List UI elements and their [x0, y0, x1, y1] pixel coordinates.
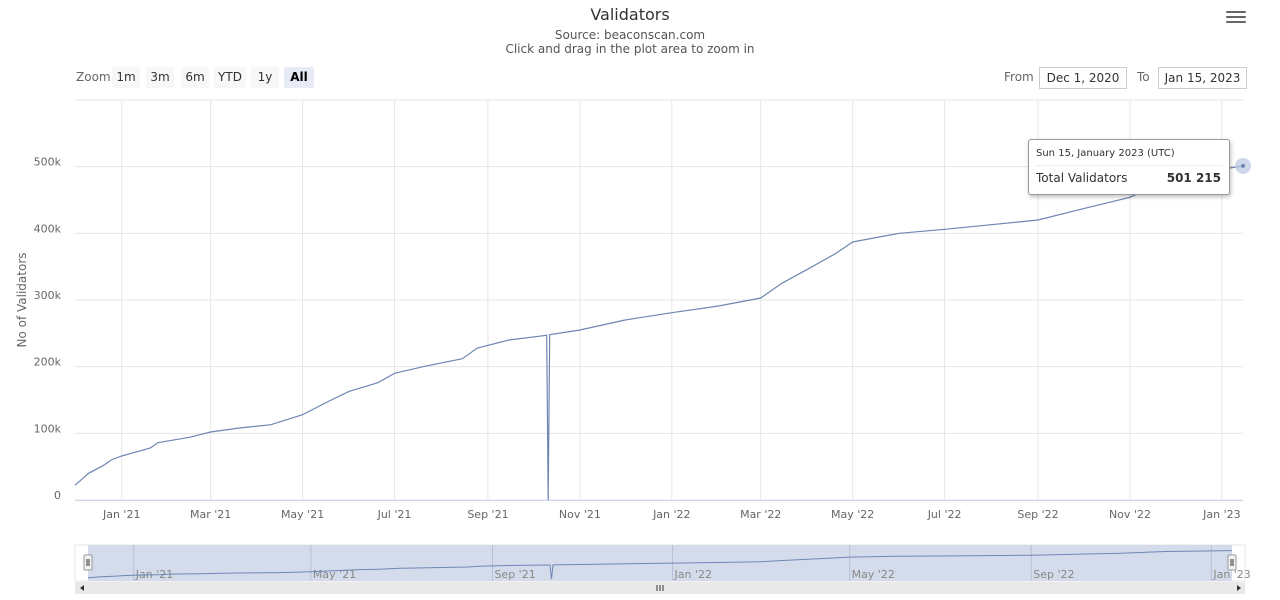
- tooltip-date: Sun 15, January 2023 (UTC): [1036, 148, 1175, 159]
- validators-chart[interactable]: 0 100k 200k 300k 400k 500k Jan '21 Mar '21 May '…: [0, 0, 1280, 600]
- tooltip-series-name: Total Validators: [1036, 171, 1128, 185]
- chart-tooltip: Sun 15, January 2023 (UTC) Total Validat…: [1028, 139, 1230, 195]
- tooltip-divider: [1036, 165, 1222, 166]
- hover-point-marker: [1241, 163, 1245, 168]
- x-tick-label: Nov '22: [1109, 508, 1151, 521]
- y-tick-label: 0: [54, 489, 61, 502]
- navigator-tick-label: Sep '22: [1033, 568, 1074, 581]
- x-tick-label: Jan '23: [1202, 508, 1240, 521]
- x-tick-label: Sep '22: [1017, 508, 1058, 521]
- x-tick-label: Mar '22: [740, 508, 781, 521]
- x-tick-label: Jul '21: [377, 508, 412, 521]
- navigator-right-handle[interactable]: [1227, 554, 1237, 571]
- x-tick-label: May '22: [831, 508, 874, 521]
- navigator-tick-label: May '22: [852, 568, 895, 581]
- y-tick-label: 100k: [34, 422, 62, 435]
- validators-series-line: [74, 165, 1244, 501]
- navigator-tick-label: Jan '22: [674, 568, 712, 581]
- x-tick-label: Nov '21: [559, 508, 601, 521]
- y-tick-label: 500k: [34, 156, 62, 169]
- x-tick-label: Jan '22: [652, 508, 690, 521]
- tooltip-value: 501 215: [1166, 171, 1221, 185]
- x-tick-label: Jan '21: [102, 508, 140, 521]
- y-tick-label: 400k: [34, 222, 62, 235]
- y-tick-label: 200k: [34, 356, 62, 369]
- y-tick-label: 300k: [34, 289, 62, 302]
- x-tick-label: May '21: [281, 508, 324, 521]
- x-tick-label: Mar '21: [190, 508, 231, 521]
- x-tick-label: Sep '21: [467, 508, 508, 521]
- y-axis-title: No of Validators: [15, 252, 29, 347]
- navigator-left-handle[interactable]: [83, 554, 93, 571]
- x-tick-label: Jul '22: [927, 508, 962, 521]
- navigator-tick-label: Sep '21: [494, 568, 535, 581]
